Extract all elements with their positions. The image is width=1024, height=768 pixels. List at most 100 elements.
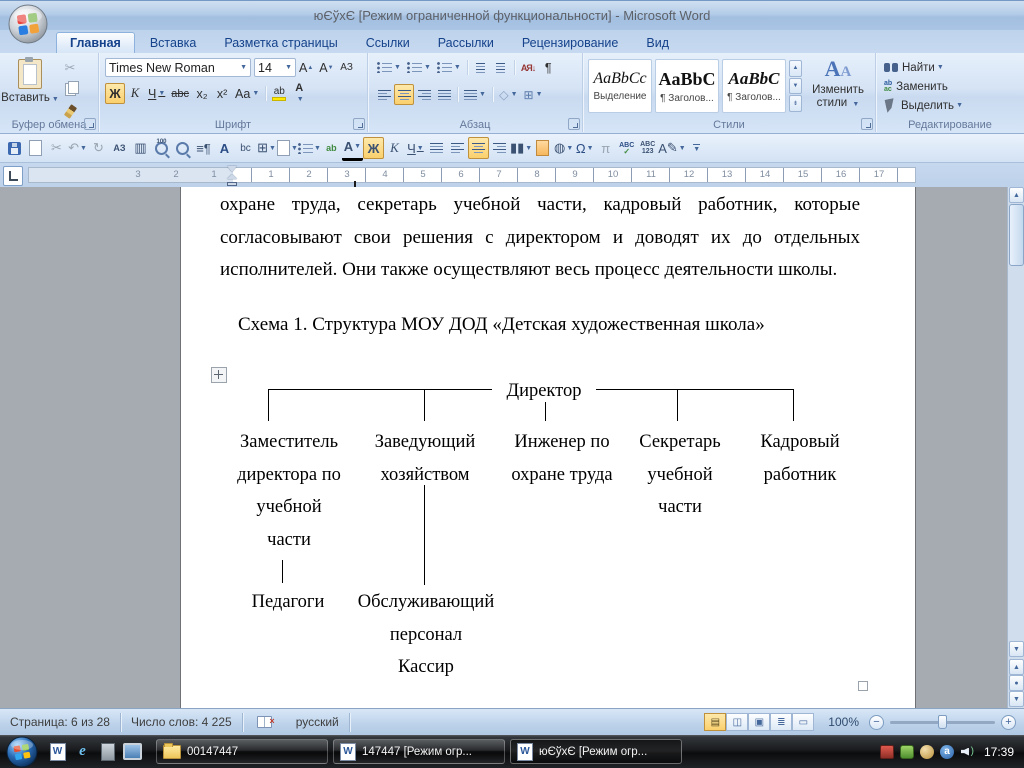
word-count-status[interactable]: Число слов: 4 225 [121,713,243,732]
table-icon[interactable]: ⊞▼ [256,137,277,159]
bold-icon[interactable]: Ж [363,137,384,159]
show-formatting-button[interactable]: ¶ [538,57,558,78]
align-right-icon[interactable] [489,137,510,159]
web-layout-view-button[interactable]: ▣ [748,713,770,731]
styles-gallery-expand[interactable]: ⇟ [789,95,802,112]
subscript-button[interactable]: x₂ [192,83,212,104]
align-left-icon[interactable] [447,137,468,159]
tab-mailings[interactable]: Рассылки [425,33,507,53]
styles-scroll-down[interactable]: ▼ [789,78,802,95]
safely-remove-icon[interactable] [900,745,914,759]
style-card-heading1[interactable]: AaBbC ¶ Заголов... [655,59,719,113]
select-button[interactable]: Выделить ▼ [884,96,1024,115]
font-dialog-launcher[interactable] [353,118,365,130]
undo-icon[interactable]: ↶▼ [67,137,88,159]
multilevel-list-button[interactable]: ▼ [434,57,464,78]
clipboard-dialog-launcher[interactable] [84,118,96,130]
numbering-button[interactable]: ▼ [404,57,434,78]
hanging-indent-marker[interactable] [227,174,237,179]
styles-dialog-launcher[interactable] [861,118,873,130]
office-button[interactable] [7,3,49,45]
abc-123-icon[interactable]: ABC123 [637,137,658,159]
styles-scroll-up[interactable]: ▲ [789,60,802,77]
document-page[interactable]: охране труда, секретарь учебной части, к… [180,187,916,708]
align-center-icon[interactable] [468,137,489,159]
style-card-heading2[interactable]: AaBbC ¶ Заголов... [722,59,786,113]
zoom-100-icon[interactable]: 100 [151,137,172,159]
formatting-marks-icon[interactable]: ≡¶ [193,137,214,159]
highlight-button[interactable]: ab [269,83,289,104]
paste-button[interactable]: Вставить▼ [6,57,54,115]
server-icon[interactable] [98,742,117,761]
scroll-up-button[interactable]: ▲ [1009,187,1024,203]
taskbar-item-folder[interactable]: 00147447 [156,739,328,764]
bold-button[interactable]: Ж [105,83,125,104]
copy-button[interactable] [60,79,80,100]
paragraph-dialog-launcher[interactable] [568,118,580,130]
superscript-button[interactable]: x² [212,83,232,104]
justify-icon[interactable] [426,137,447,159]
cut-icon[interactable]: ✂ [46,137,67,159]
font-size-combo[interactable]: 14 ▼ [254,58,296,77]
toolbar-options-icon[interactable]: ▼ [686,137,707,159]
language-status[interactable]: русский [286,713,350,732]
justify-button[interactable] [434,84,454,105]
tab-selector-button[interactable] [3,166,23,186]
previous-page-button[interactable]: ▲ [1009,659,1024,675]
italic-icon[interactable]: К [384,137,405,159]
decrease-indent-button[interactable] [471,57,491,78]
scroll-thumb[interactable] [1009,204,1024,266]
zoom-out-button[interactable]: − [869,715,884,730]
vertical-scrollbar[interactable]: ▲ ▼ ▲ ● ▼ [1007,187,1024,708]
align-center-button[interactable] [394,84,414,105]
spelling-icon[interactable]: ABC✓ [616,137,637,159]
style-card-vydelenie[interactable]: AaBbCc Выделение [588,59,652,113]
scroll-down-button[interactable]: ▼ [1009,641,1024,657]
left-indent-marker[interactable] [227,182,237,186]
zoom-icon[interactable] [172,137,193,159]
page-icon[interactable]: ▼ [277,137,298,159]
tab-home[interactable]: Главная [56,32,135,53]
tab-insert[interactable]: Вставка [137,33,209,53]
borders-button[interactable]: ⊞▼ [521,84,546,105]
shading-button[interactable]: ◇▼ [496,84,521,105]
tab-view[interactable]: Вид [633,33,682,53]
underline-button[interactable]: Ч▼ [145,83,168,104]
print-layout-view-button[interactable]: ▤ [704,713,726,731]
display-settings-icon[interactable] [880,745,894,759]
pi-icon[interactable]: π [595,137,616,159]
font-color-button[interactable]: А▼ [289,83,309,104]
draft-view-button[interactable]: ▭ [792,713,814,731]
internet-explorer-icon[interactable]: e [73,742,92,761]
increase-indent-button[interactable] [491,57,511,78]
zoom-in-button[interactable]: + [1001,715,1016,730]
bullets-button[interactable]: ▼ [374,57,404,78]
page-number-status[interactable]: Страница: 6 из 28 [0,713,121,732]
align-left-button[interactable] [374,84,394,105]
save-icon[interactable] [4,137,25,159]
language-indicator-icon[interactable]: a [940,745,954,759]
replace-button[interactable]: abac Заменить [884,77,1024,96]
select-browse-object-button[interactable]: ● [1009,675,1024,691]
shape-icon[interactable]: ◍▼ [553,137,574,159]
taskbar-clock[interactable]: 17:39 [984,745,1014,759]
start-button[interactable] [6,736,38,768]
show-desktop-icon[interactable] [123,742,142,761]
clear-format-icon[interactable]: АЗ [109,137,130,159]
tab-review[interactable]: Рецензирование [509,33,632,53]
new-document-icon[interactable] [25,137,46,159]
strikethrough-button[interactable]: abc [168,83,192,104]
audio-mixer-icon[interactable] [920,745,934,759]
tab-references[interactable]: Ссылки [353,33,423,53]
first-line-indent-marker[interactable] [227,166,237,172]
tab-page-layout[interactable]: Разметка страницы [211,33,350,53]
grow-font-button[interactable]: А▲ [296,57,316,78]
letters-icon[interactable]: bc [235,137,256,159]
volume-icon[interactable] [960,745,974,759]
font-icon[interactable]: А [214,137,235,159]
styler-icon[interactable]: А✎▼ [658,137,686,159]
clear-formatting-button[interactable]: АЗ [337,57,357,78]
outline-view-button[interactable]: ≣ [770,713,792,731]
taskbar-item-word-2-active[interactable]: W юЄўхЄ [Режим огр... [510,739,682,764]
align-right-button[interactable] [414,84,434,105]
